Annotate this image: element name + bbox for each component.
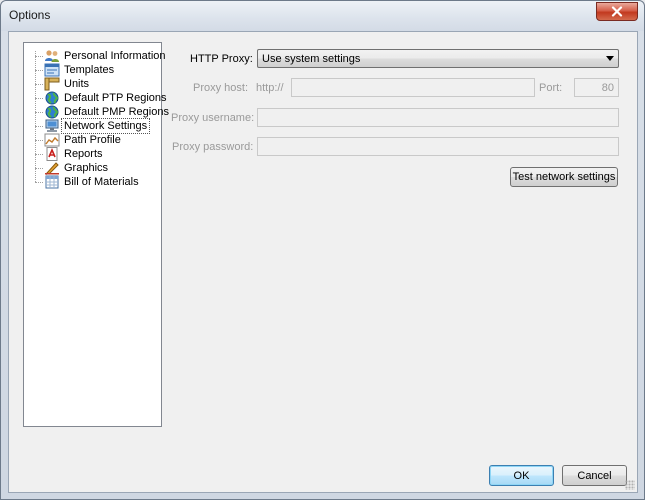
tree-connector [35, 182, 43, 183]
pencil-ruler-icon [45, 162, 59, 175]
tree-connector [35, 56, 43, 57]
tree-connector [35, 154, 43, 155]
user-group-icon [45, 50, 59, 62]
chevron-down-icon [606, 56, 614, 61]
tree-item-label: Path Profile [64, 134, 121, 146]
tree-connector [35, 140, 43, 141]
tree-item-label: Graphics [64, 162, 109, 174]
tree-connector [35, 112, 43, 113]
tree-item-label: Default PTP Regions [64, 92, 167, 104]
tree-item-label: Units [64, 78, 90, 90]
http-proxy-label: HTTP Proxy: [190, 53, 253, 65]
template-icon [44, 63, 60, 77]
tree-item-label: Default PMP Regions [64, 106, 169, 118]
test-network-settings-button[interactable]: Test network settings [510, 167, 618, 187]
proxy-host-prefix: http:// [256, 82, 284, 94]
spreadsheet-icon [45, 175, 59, 189]
tree-connector [35, 98, 43, 99]
options-window: Options Personal Information Templates U… [0, 0, 645, 500]
port-label: Port: [539, 82, 563, 94]
close-icon [611, 6, 623, 17]
options-tree[interactable]: Personal Information Templates Units Def… [23, 42, 169, 427]
port-input[interactable]: 80 [574, 78, 619, 97]
tree-item-label: Personal Information [64, 50, 166, 62]
title-bar[interactable]: Options [1, 1, 644, 31]
resize-grip[interactable] [625, 480, 635, 490]
proxy-username-input[interactable] [257, 108, 619, 127]
tree-item-label: Network Settings [60, 118, 151, 134]
ruler-icon [44, 77, 60, 91]
globe-icon [45, 91, 59, 105]
tree-connector [35, 168, 43, 169]
tree-connector [35, 70, 43, 71]
pdf-report-icon [46, 147, 58, 161]
globe-icon [45, 105, 59, 119]
proxy-host-input[interactable] [291, 78, 535, 97]
tree-item-label: Templates [64, 64, 115, 76]
tree-connector [35, 84, 43, 85]
proxy-username-label: Proxy username: [171, 112, 255, 124]
http-proxy-select[interactable]: Use system settings [257, 49, 619, 68]
window-title: Options [9, 8, 51, 22]
tree-item-label: Bill of Materials [64, 176, 139, 188]
ok-button[interactable]: OK [489, 465, 554, 486]
port-value: 80 [601, 82, 614, 94]
proxy-password-input[interactable] [257, 137, 619, 156]
proxy-password-label: Proxy password: [172, 141, 254, 153]
cancel-button[interactable]: Cancel [562, 465, 627, 486]
close-button[interactable] [596, 2, 638, 21]
path-profile-icon [44, 133, 60, 147]
dialog-body: Personal Information Templates Units Def… [8, 31, 638, 493]
tree-item-label: Reports [64, 148, 103, 160]
http-proxy-value: Use system settings [262, 53, 361, 65]
tree-connector [35, 126, 43, 127]
network-computer-icon [45, 119, 59, 132]
proxy-host-label: Proxy host: [193, 82, 249, 94]
